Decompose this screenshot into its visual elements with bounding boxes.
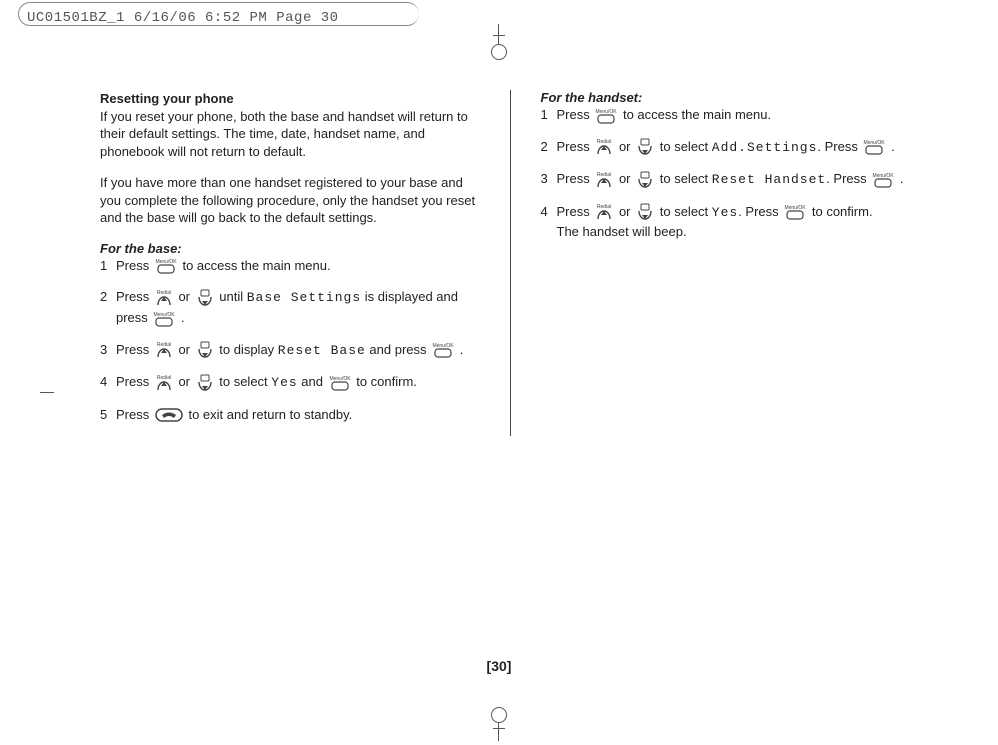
crop-mark-top: [493, 24, 505, 48]
up-redial-icon: [595, 137, 613, 157]
left-column: Resetting your phone If you reset your p…: [100, 90, 511, 436]
crop-mark-left: [40, 392, 54, 393]
handset-step-1: 1 Press to access the main menu.: [541, 105, 921, 125]
menu-ok-icon: [863, 138, 885, 156]
handset-step-2: 2 Press or to select Add.Settings. Press…: [541, 137, 921, 158]
down-icon: [636, 202, 654, 222]
base-step-3: 3 Press or to display Reset Base and pre…: [100, 340, 480, 361]
page-number: [30]: [0, 658, 998, 674]
menu-ok-icon: [153, 310, 175, 328]
print-job-header: UC01501BZ_1 6/16/06 6:52 PM Page 30: [27, 10, 339, 26]
lcd-add-settings: Add.Settings: [712, 140, 818, 155]
end-call-icon: [155, 406, 183, 424]
intro-paragraph-1: If you reset your phone, both the base a…: [100, 109, 468, 159]
lcd-reset-handset: Reset Handset: [712, 172, 826, 187]
down-icon: [636, 137, 654, 157]
lcd-yes: Yes: [271, 375, 297, 390]
up-redial-icon: [595, 170, 613, 190]
menu-ok-icon: [329, 374, 351, 392]
down-icon: [196, 340, 214, 360]
menu-ok-icon: [872, 171, 894, 189]
handset-step-4: 4 Press or to select Yes. Press to confi…: [541, 202, 921, 242]
menu-ok-icon: [155, 257, 177, 275]
up-redial-icon: [595, 202, 613, 222]
base-step-5: 5 Press to exit and return to standby.: [100, 405, 480, 425]
page-content: Resetting your phone If you reset your p…: [100, 90, 920, 436]
crop-mark-bottom: [493, 717, 505, 741]
up-redial-icon: [155, 288, 173, 308]
base-step-4: 4 Press or to select Yes and to confirm.: [100, 372, 480, 393]
base-step-2: 2 Press or until Base Settings is displa…: [100, 287, 480, 327]
lcd-reset-base: Reset Base: [278, 343, 366, 358]
up-redial-icon: [155, 340, 173, 360]
right-column: For the handset: 1 Press to access the m…: [511, 90, 921, 436]
lcd-base-settings: Base Settings: [247, 290, 361, 305]
down-icon: [196, 288, 214, 308]
menu-ok-icon: [784, 203, 806, 221]
handset-step-3: 3 Press or to select Reset Handset. Pres…: [541, 169, 921, 190]
base-step-1: 1 Press to access the main menu.: [100, 256, 480, 276]
menu-ok-icon: [432, 341, 454, 359]
base-subheading: For the base:: [100, 241, 480, 256]
handset-beep-note: The handset will beep.: [557, 224, 687, 239]
handset-subheading: For the handset:: [541, 90, 921, 105]
down-icon: [636, 170, 654, 190]
down-icon: [196, 373, 214, 393]
section-heading: Resetting your phone: [100, 91, 234, 106]
up-redial-icon: [155, 373, 173, 393]
menu-ok-icon: [595, 107, 617, 125]
lcd-yes: Yes: [712, 205, 738, 220]
intro-paragraph-2: If you have more than one handset regist…: [100, 174, 480, 227]
